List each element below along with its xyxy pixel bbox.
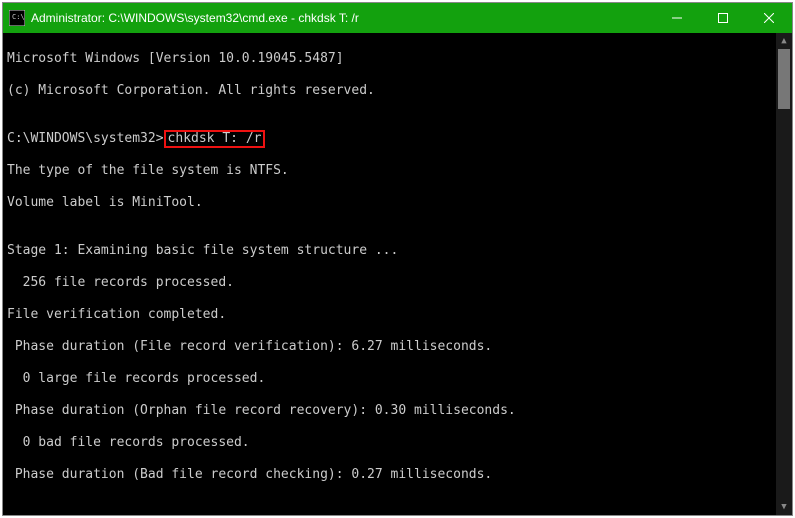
maximize-button[interactable] — [700, 3, 746, 33]
title-bar[interactable]: C:\ Administrator: C:\WINDOWS\system32\c… — [3, 3, 792, 33]
scroll-down-arrow[interactable]: ▼ — [776, 499, 792, 515]
scrollbar-thumb[interactable] — [778, 49, 790, 109]
terminal-output[interactable]: Microsoft Windows [Version 10.0.19045.54… — [3, 33, 776, 515]
window-title: Administrator: C:\WINDOWS\system32\cmd.e… — [31, 11, 654, 25]
output-line: Phase duration (File record verification… — [7, 339, 772, 355]
prompt-line: C:\WINDOWS\system32>chkdsk T: /r — [7, 131, 772, 147]
svg-text:C:\: C:\ — [12, 13, 25, 21]
output-line: 256 file records processed. — [7, 275, 772, 291]
scrollbar-track[interactable] — [776, 49, 792, 499]
prompt-path: C:\WINDOWS\system32> — [7, 131, 164, 146]
vertical-scrollbar[interactable]: ▲ ▼ — [776, 33, 792, 515]
output-line: (c) Microsoft Corporation. All rights re… — [7, 83, 772, 99]
output-line: 0 large file records processed. — [7, 371, 772, 387]
close-button[interactable] — [746, 3, 792, 33]
cmd-icon: C:\ — [9, 10, 25, 26]
minimize-button[interactable] — [654, 3, 700, 33]
terminal-area: Microsoft Windows [Version 10.0.19045.54… — [3, 33, 792, 515]
output-line: The type of the file system is NTFS. — [7, 163, 772, 179]
output-line: 0 bad file records processed. — [7, 435, 772, 451]
output-line: File verification completed. — [7, 307, 772, 323]
output-line: Microsoft Windows [Version 10.0.19045.54… — [7, 51, 772, 67]
window-controls — [654, 3, 792, 33]
entered-command: chkdsk T: /r — [164, 130, 266, 148]
scroll-up-arrow[interactable]: ▲ — [776, 33, 792, 49]
output-line: Phase duration (Bad file record checking… — [7, 467, 772, 483]
output-line: Phase duration (Orphan file record recov… — [7, 403, 772, 419]
cmd-window: C:\ Administrator: C:\WINDOWS\system32\c… — [2, 2, 793, 516]
output-line: Stage 1: Examining basic file system str… — [7, 243, 772, 259]
output-line: Volume label is MiniTool. — [7, 195, 772, 211]
